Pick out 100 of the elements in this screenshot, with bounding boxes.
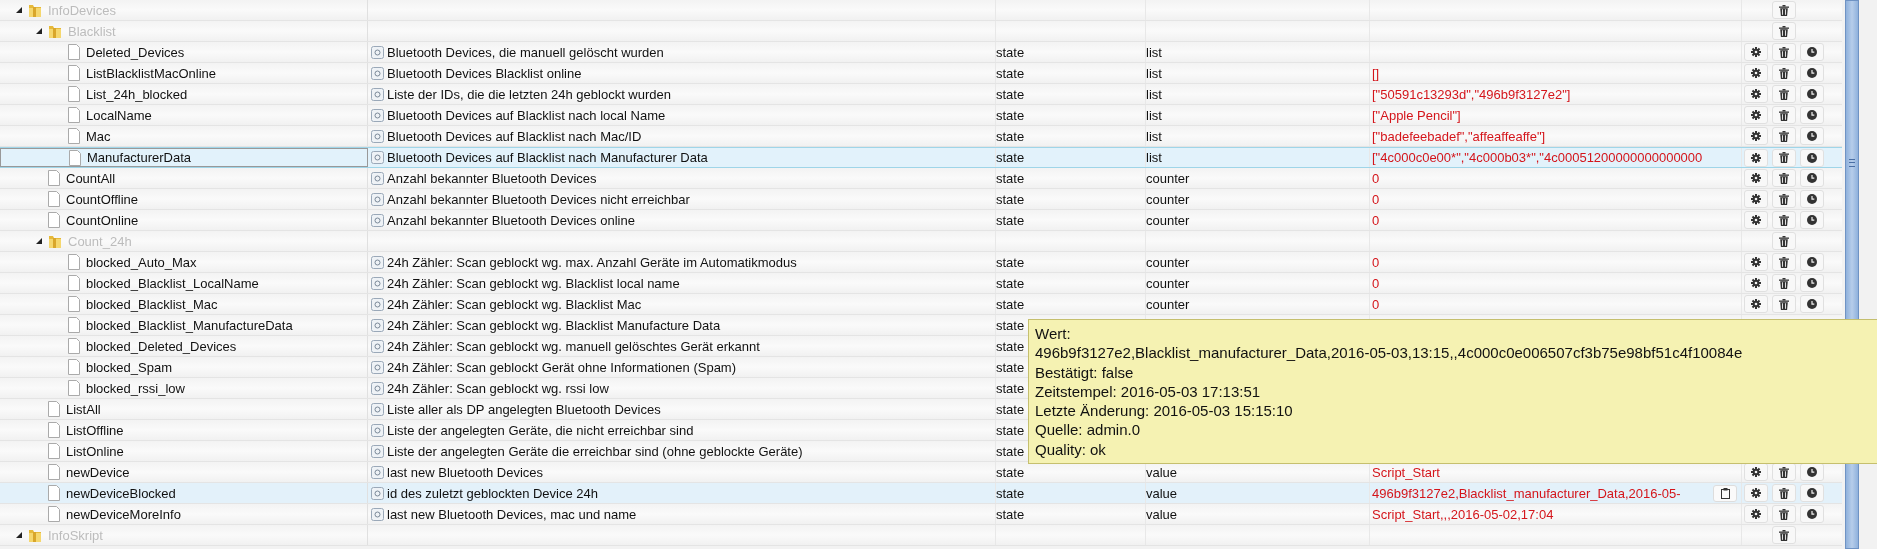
delete-button[interactable] — [1772, 190, 1796, 208]
object-value: [] — [1371, 65, 1380, 81]
delete-button[interactable] — [1772, 232, 1796, 250]
delete-button[interactable] — [1772, 484, 1796, 502]
object-type: state — [996, 150, 1025, 165]
clock-icon — [1807, 131, 1817, 141]
tree-row[interactable]: CountOnline Anzahl bekannter Bluetooth Devices online state counter 0 — [0, 210, 1842, 231]
history-button[interactable] — [1800, 127, 1824, 145]
settings-button[interactable] — [1744, 43, 1768, 61]
delete-button[interactable] — [1772, 253, 1796, 271]
object-value: 0 — [1371, 191, 1380, 207]
delete-button[interactable] — [1772, 64, 1796, 82]
state-icon — [371, 507, 384, 521]
object-type: state — [996, 107, 1025, 123]
object-role: counter — [1146, 296, 1190, 312]
object-description: Anzahl bekannter Bluetooth Devices nicht erreichbar — [387, 191, 690, 207]
object-role: value — [1146, 506, 1178, 522]
object-description: Liste der IDs, die die letzten 24h geblockt wurden — [387, 86, 671, 102]
collapse-toggle[interactable] — [36, 28, 42, 34]
tree-row[interactable]: newDeviceMoreInfo last new Bluetooth Devices, mac und name state value Script_Start,,,2016-05-02,17:04 — [0, 504, 1842, 525]
state-icon — [371, 423, 384, 437]
tooltip-line: Quality: ok — [1035, 439, 1107, 460]
history-button[interactable] — [1800, 190, 1824, 208]
settings-button[interactable] — [1744, 274, 1768, 292]
tree-row[interactable]: newDevice last new Bluetooth Devices state value Script_Start — [0, 462, 1842, 483]
tree-row[interactable]: CountOffline Anzahl bekannter Bluetooth Devices nicht erreichbar state counter 0 — [0, 189, 1842, 210]
tree-row[interactable]: ListBlacklistMacOnline Bluetooth Devices Blacklist online state list [] — [0, 63, 1842, 84]
state-icon — [371, 402, 384, 416]
settings-button[interactable] — [1744, 148, 1768, 167]
settings-button[interactable] — [1744, 484, 1768, 502]
object-description: Liste der angelegten Geräte, die nicht erreichbar sind — [387, 422, 694, 438]
delete-button[interactable] — [1772, 274, 1796, 292]
copy-button[interactable] — [1713, 485, 1737, 502]
delete-button[interactable] — [1772, 106, 1796, 124]
delete-button[interactable] — [1772, 526, 1796, 544]
tree-row[interactable]: CountAll Anzahl bekannter Bluetooth Devices state counter 0 — [0, 168, 1842, 189]
object-type: state — [996, 506, 1025, 522]
delete-button[interactable] — [1772, 211, 1796, 229]
state-icon — [371, 129, 384, 143]
clock-icon — [1807, 47, 1817, 57]
history-button[interactable] — [1800, 505, 1824, 523]
settings-icon — [1751, 215, 1761, 225]
file-icon — [48, 464, 60, 480]
settings-button[interactable] — [1744, 295, 1768, 313]
tree-row[interactable]: LocalName Bluetooth Devices auf Blacklist nach local Name state list ["Apple Pencil"] — [0, 105, 1842, 126]
history-button[interactable] — [1800, 295, 1824, 313]
object-name: blocked_Deleted_Devices — [86, 338, 237, 354]
delete-button[interactable] — [1772, 43, 1796, 61]
history-button[interactable] — [1800, 253, 1824, 271]
history-button[interactable] — [1800, 484, 1824, 502]
delete-button[interactable] — [1772, 295, 1796, 313]
collapse-toggle[interactable] — [16, 7, 22, 13]
settings-button[interactable] — [1744, 253, 1768, 271]
tree-row[interactable]: blocked_Blacklist_LocalName 24h Zähler: Scan geblockt wg. Blacklist local name state counter 0 — [0, 273, 1842, 294]
settings-button[interactable] — [1744, 190, 1768, 208]
object-role: value — [1146, 464, 1178, 480]
state-icon — [371, 486, 384, 500]
delete-button[interactable] — [1772, 169, 1796, 187]
history-button[interactable] — [1800, 106, 1824, 124]
settings-icon — [1751, 299, 1761, 309]
history-button[interactable] — [1800, 85, 1824, 103]
collapse-toggle[interactable] — [36, 238, 42, 244]
tree-row[interactable]: List_24h_blocked Liste der IDs, die die letzten 24h geblockt wurden state list ["50591c13293d","496b9f3127e2"] — [0, 84, 1842, 105]
tree-row[interactable]: Mac Bluetooth Devices auf Blacklist nach Mac/ID state list ["badefeebadef","affeaffeaffe"] — [0, 126, 1842, 147]
file-icon — [48, 401, 60, 417]
settings-button[interactable] — [1744, 64, 1768, 82]
object-value: ["4c000c0e00*","4c000b03*","4c00051200000000000000 — [1371, 150, 1703, 165]
settings-button[interactable] — [1744, 106, 1768, 124]
settings-button[interactable] — [1744, 211, 1768, 229]
settings-button[interactable] — [1744, 85, 1768, 103]
tree-row[interactable]: Deleted_Devices Bluetooth Devices, die manuell gelöscht wurden state list — [0, 42, 1842, 63]
object-role: counter — [1146, 191, 1190, 207]
trash-icon — [1779, 235, 1789, 247]
delete-button[interactable] — [1772, 1, 1796, 19]
history-button[interactable] — [1800, 211, 1824, 229]
tree-row[interactable]: newDeviceBlocked id des zuletzt geblockten Device 24h state value 496b9f3127e2,Blacklist_manufacturer_Data,2016-05- — [0, 483, 1842, 504]
settings-button[interactable] — [1744, 127, 1768, 145]
object-type: state — [996, 254, 1025, 270]
tree-row[interactable]: blocked_Auto_Max 24h Zähler: Scan geblockt wg. max. Anzahl Geräte im Automatikmodus state counter 0 — [0, 252, 1842, 273]
delete-button[interactable] — [1772, 505, 1796, 523]
delete-button[interactable] — [1772, 127, 1796, 145]
object-name: CountOnline — [66, 212, 139, 228]
delete-button[interactable] — [1772, 148, 1796, 167]
state-icon — [371, 87, 384, 101]
history-button[interactable] — [1800, 274, 1824, 292]
tree-row[interactable]: blocked_Blacklist_Mac 24h Zähler: Scan geblockt wg. Blacklist Mac state counter 0 — [0, 294, 1842, 315]
history-button[interactable] — [1800, 169, 1824, 187]
history-button[interactable] — [1800, 148, 1824, 167]
settings-button[interactable] — [1744, 505, 1768, 523]
state-icon — [371, 66, 384, 80]
history-button[interactable] — [1800, 64, 1824, 82]
collapse-toggle[interactable] — [16, 532, 22, 538]
delete-button[interactable] — [1772, 22, 1796, 40]
clock-icon — [1807, 488, 1817, 498]
state-icon — [371, 45, 384, 59]
trash-icon — [1779, 67, 1789, 79]
history-button[interactable] — [1800, 43, 1824, 61]
tree-row[interactable]: ManufacturerData Bluetooth Devices auf Blacklist nach Manufacturer Data state list ["4c000c0e00*","4c000b03*","4c00051200000000000000 — [0, 147, 1842, 168]
settings-button[interactable] — [1744, 169, 1768, 187]
delete-button[interactable] — [1772, 85, 1796, 103]
